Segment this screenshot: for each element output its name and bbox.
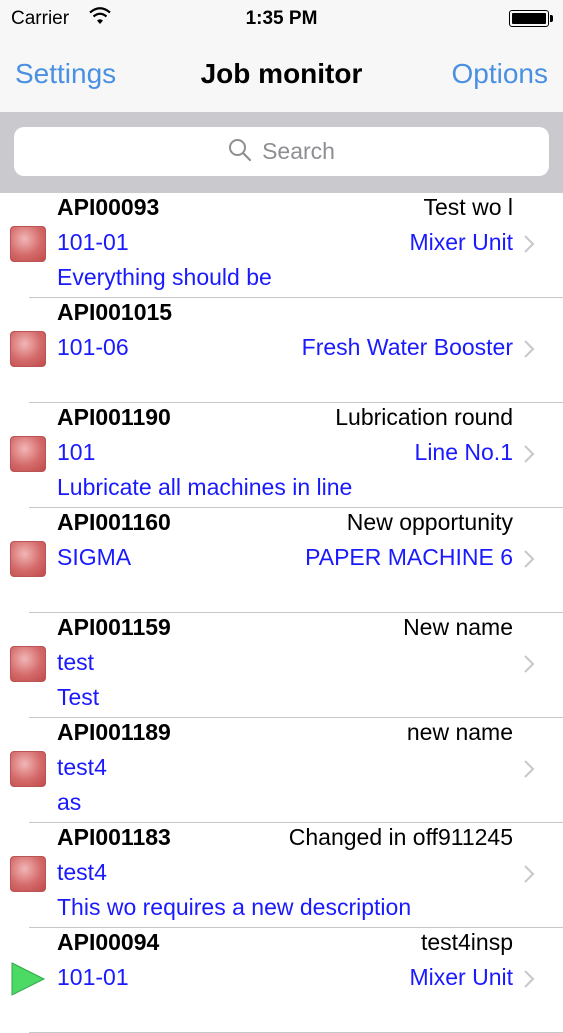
job-row[interactable]: API001189 new name test4 as [10,718,563,823]
work-order: 101 [57,439,96,465]
work-order: test4 [57,859,107,885]
search-input[interactable]: Search [14,127,549,176]
job-row[interactable]: API001190 Lubrication round 101 Line No.1 Lu… [10,403,563,508]
equipment: Mixer Unit [409,229,513,255]
red-square-icon [10,436,46,472]
chevron-right-icon [524,550,535,568]
chevron-right-icon [524,445,535,463]
job-row[interactable]: API001183 Changed in off911245 test4 This w… [10,823,563,928]
work-order: test [57,649,95,675]
job-description: This wo requires a new description [57,894,412,920]
job-name: Test wo l [423,194,513,220]
chevron-right-icon [524,235,535,253]
chevron-right-icon [524,760,535,778]
equipment: PAPER MACHINE 6 [305,544,513,570]
job-code: API00093 [57,194,160,220]
job-code: API001159 [57,614,171,640]
status-bar: Carrier 1:35 PM [0,0,563,38]
job-name: test4insp [420,929,513,955]
navigation-bar: Settings Job monitor Options [0,38,563,112]
job-description: as [57,789,82,815]
equipment: Line No.1 [414,439,513,465]
search-icon [229,139,252,162]
work-order: SIGMA [57,544,132,570]
job-description: Test [57,684,100,710]
job-row[interactable]: API001015 101-06 Fresh Water Booster [10,298,563,403]
job-code: API001190 [57,404,171,430]
red-square-icon [10,226,46,262]
red-square-icon [10,646,46,682]
job-code: API001189 [57,719,171,745]
chevron-right-icon [524,970,535,988]
work-order: 101-06 [57,334,129,360]
chevron-right-icon [524,340,535,358]
work-order: test4 [57,754,107,780]
red-square-icon [10,541,46,577]
equipment: Fresh Water Booster [301,334,513,360]
clock: 1:35 PM [245,8,318,29]
work-order: 101-01 [57,229,129,255]
search-placeholder: Search [262,138,335,164]
chevron-right-icon [524,655,535,673]
job-description: Everything should be [57,264,272,290]
work-order: 101-01 [57,964,129,990]
job-name: Changed in off911245 [288,824,513,850]
job-name: Lubrication round [335,404,513,430]
search-bar: Search [0,112,563,193]
job-code: API001183 [57,824,171,850]
battery-tip [550,15,553,22]
job-description: Lubricate all machines in line [57,474,353,500]
job-name: new name [406,719,513,745]
job-list: API00093 Test wo l 101-01 Mixer Unit Everyth… [0,193,563,1033]
battery-icon [509,10,549,27]
chevron-right-icon [524,865,535,883]
job-row[interactable]: API00094 test4insp 101-01 Mixer Unit [11,928,563,1033]
equipment: Mixer Unit [409,964,513,990]
job-name: New name [403,614,513,640]
job-row[interactable]: API001159 New name test Test [10,613,563,718]
green-play-icon [11,962,46,996]
job-row[interactable]: API001160 New opportunity SIGMA PAPER MACHI… [10,508,563,613]
job-code: API001160 [57,509,171,535]
red-square-icon [10,751,46,787]
job-code: API00094 [57,929,160,955]
job-name: New opportunity [346,509,513,535]
job-code: API001015 [57,299,173,325]
options-button[interactable]: Options [452,58,549,90]
red-square-icon [10,331,46,367]
red-square-icon [10,856,46,892]
job-row[interactable]: API00093 Test wo l 101-01 Mixer Unit Everyth… [10,193,563,298]
